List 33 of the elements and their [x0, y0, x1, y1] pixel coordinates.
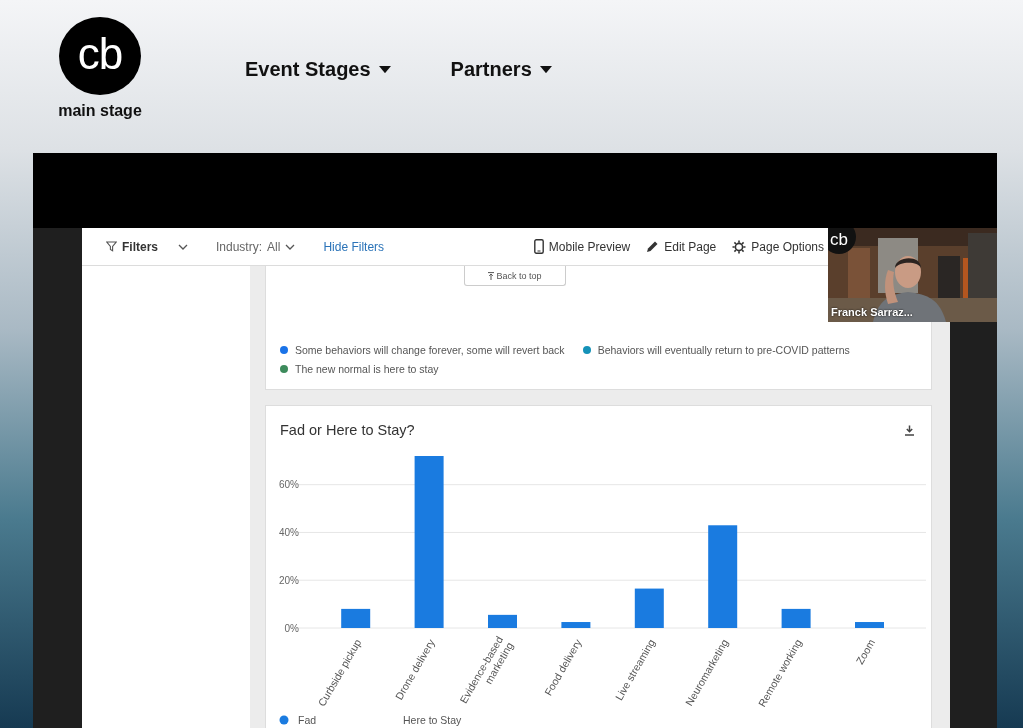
- chevron-down-icon: [178, 243, 188, 250]
- logo-badge: cb: [828, 228, 856, 254]
- axis-tick-label: 0%: [284, 622, 299, 634]
- toolbar-button[interactable]: Edit Page: [646, 239, 717, 254]
- phone-icon: [533, 239, 544, 254]
- legend-label: Behaviors will eventually return to pre-COVID patterns: [597, 344, 850, 356]
- arrow-up-icon: [488, 271, 495, 280]
- download-icon[interactable]: [904, 424, 915, 436]
- legend-label: Some behaviors will change forever, some will revert back: [295, 344, 565, 356]
- legend-label: The new normal is here to stay: [295, 363, 439, 375]
- toolbar-button[interactable]: Mobile Preview: [533, 239, 631, 254]
- filter-icon: [106, 241, 117, 252]
- chevron-down-icon: [285, 243, 296, 250]
- pencil-icon: [646, 240, 660, 253]
- legend-label: Fad: [298, 714, 317, 726]
- logo[interactable]: cb: [59, 17, 141, 95]
- logo-caption: main stage: [58, 102, 142, 120]
- chart-title: Fad or Here to Stay?: [280, 422, 415, 438]
- legend-label: Here to Stay: [403, 714, 462, 726]
- industry-dropdown[interactable]: Industry: All: [216, 239, 296, 254]
- settings-icon: [732, 239, 747, 254]
- axis-tick-label: 20%: [279, 574, 299, 586]
- axis-tick-label: 40%: [279, 526, 299, 538]
- caret-icon: [378, 65, 391, 74]
- caret-icon: [539, 65, 552, 74]
- participant-name: Franck Sarraz...: [831, 306, 913, 318]
- toolbar-button[interactable]: Page Options: [732, 239, 824, 254]
- nav-menu[interactable]: Partners: [450, 58, 552, 81]
- nav-menu[interactable]: Event Stages: [245, 58, 391, 81]
- axis-tick-label: 60%: [279, 479, 299, 491]
- hide-filters-link[interactable]: Hide Filters: [323, 239, 385, 254]
- filters-button[interactable]: Filters: [106, 239, 188, 254]
- back-to-top-tab[interactable]: Back to top: [464, 266, 566, 286]
